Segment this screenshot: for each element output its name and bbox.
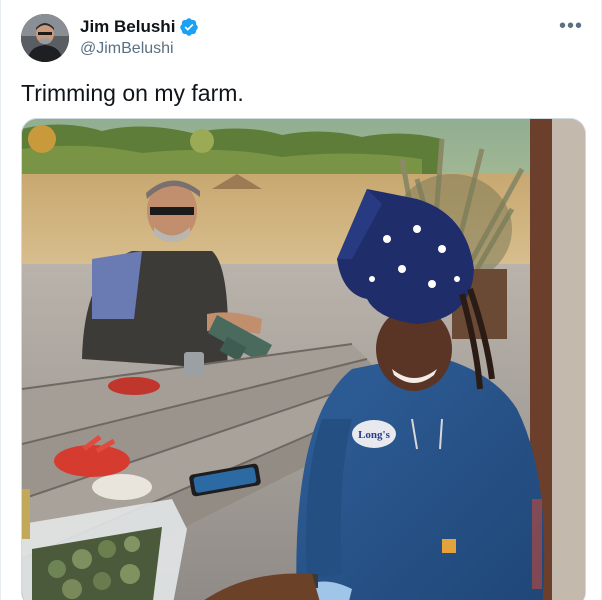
handle[interactable]: @JimBelushi bbox=[80, 38, 199, 60]
more-options-icon[interactable]: ••• bbox=[559, 16, 583, 36]
tweet-card[interactable]: Jim Belushi @JimBelushi ••• Trimming on … bbox=[0, 0, 602, 600]
avatar-photo bbox=[21, 14, 69, 62]
avatar[interactable] bbox=[21, 14, 69, 62]
verified-badge-icon bbox=[179, 17, 199, 37]
display-name[interactable]: Jim Belushi bbox=[80, 16, 175, 38]
tweet-photo[interactable]: Long's bbox=[21, 118, 586, 600]
hoodie-logo-text: Long's bbox=[358, 429, 391, 441]
tweet-text: Trimming on my farm. bbox=[21, 80, 244, 106]
tweet-header: Jim Belushi @JimBelushi bbox=[21, 14, 199, 62]
farm-photo: Long's bbox=[22, 119, 585, 600]
